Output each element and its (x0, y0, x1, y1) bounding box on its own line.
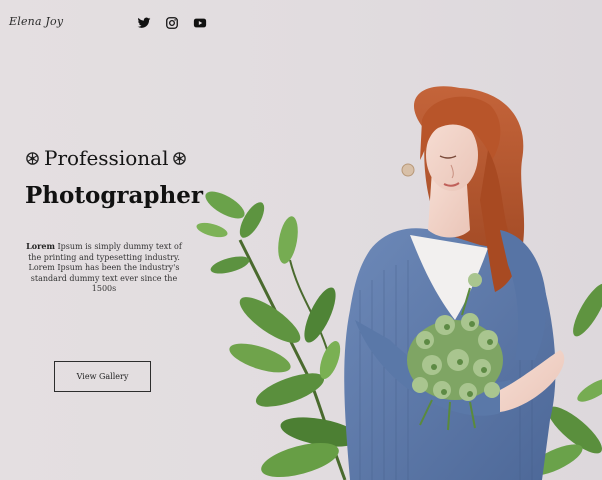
twitter-icon[interactable] (137, 16, 151, 30)
description-bold: Lorem (26, 241, 55, 251)
hero-title-professional: Professional (44, 146, 169, 170)
youtube-icon[interactable] (193, 16, 207, 30)
ornament-left-icon (26, 151, 39, 165)
site-logo[interactable]: Elena Joy (9, 15, 63, 28)
hero-title-line1: Professional (25, 146, 187, 170)
instagram-icon[interactable] (165, 16, 179, 30)
hero-section: Elena Joy Professional Photographer Lore… (0, 0, 602, 480)
hero-description: Lorem Ipsum is simply dummy text of the … (22, 241, 186, 295)
hero-photo (196, 86, 602, 480)
social-links (137, 16, 207, 30)
view-gallery-button[interactable]: View Gallery (54, 361, 151, 392)
